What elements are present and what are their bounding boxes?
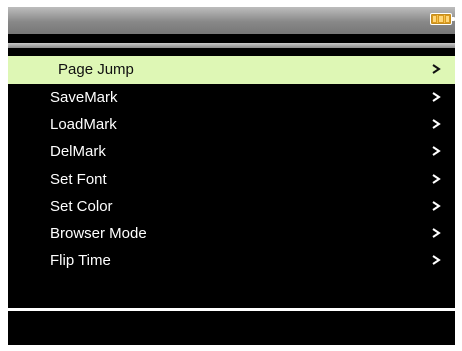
chevron-right-icon <box>432 228 441 238</box>
device-screen: Page Jump SaveMark LoadMark DelMark Set … <box>8 7 455 345</box>
menu-item-label: Browser Mode <box>50 224 147 242</box>
menu-item-delmark[interactable]: DelMark <box>8 138 455 165</box>
menu-item-set-color[interactable]: Set Color <box>8 193 455 220</box>
chevron-right-icon <box>432 173 441 184</box>
menu-item-label: Set Color <box>50 197 113 215</box>
menu-item-loadmark[interactable]: LoadMark <box>8 111 455 138</box>
chevron-right-icon <box>432 64 441 74</box>
chevron-right-icon <box>432 92 441 102</box>
chevron-right-icon <box>432 119 441 130</box>
chevron-right-icon <box>432 200 441 211</box>
menu-item-label: LoadMark <box>50 116 117 134</box>
header-divider <box>8 43 455 48</box>
menu-item-browser-mode[interactable]: Browser Mode <box>8 220 455 247</box>
battery-cell <box>444 15 450 23</box>
menu-item-label: Set Font <box>50 170 107 188</box>
menu-item-label: SaveMark <box>50 89 118 106</box>
battery-icon <box>430 13 455 25</box>
menu-item-label: Flip Time <box>50 252 111 270</box>
menu-item-savemark[interactable]: SaveMark <box>8 84 455 111</box>
footer-divider <box>8 308 455 311</box>
settings-menu: Page Jump SaveMark LoadMark DelMark Set … <box>8 56 455 274</box>
menu-item-set-font[interactable]: Set Font <box>8 166 455 193</box>
menu-item-flip-time[interactable]: Flip Time <box>8 247 455 274</box>
menu-item-label: Page Jump <box>58 61 134 78</box>
chevron-right-icon <box>432 255 441 265</box>
chevron-right-icon <box>432 146 441 157</box>
battery-cell <box>438 15 444 23</box>
menu-item-page-jump[interactable]: Page Jump <box>8 56 455 84</box>
battery-cell <box>432 15 438 23</box>
menu-item-label: DelMark <box>50 143 106 161</box>
status-bar <box>8 7 455 34</box>
